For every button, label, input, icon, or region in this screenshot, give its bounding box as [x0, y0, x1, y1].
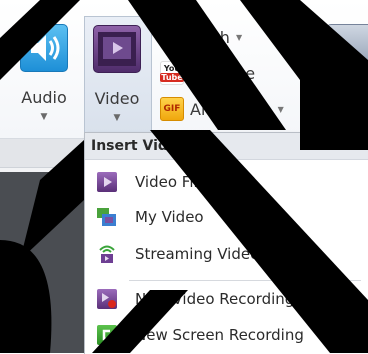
video-button[interactable]: Video ▼ [84, 16, 152, 134]
chevron-down-icon: ▼ [277, 104, 284, 114]
chevron-down-icon: ▼ [113, 113, 121, 123]
my-video-icon [97, 207, 117, 227]
youtube-icon-bottom: Tube [160, 73, 184, 82]
speaker-icon [20, 24, 68, 72]
video-file-icon [97, 172, 117, 192]
menu-item-streaming-video[interactable]: Streaming Video [85, 237, 368, 271]
youtube-icon-top: You [163, 64, 181, 73]
youtube-icon: You Tube [160, 61, 184, 85]
menu-item-label: New Video Recording [135, 290, 295, 308]
menu-item-new-screen-recording[interactable]: New Screen Recording [85, 318, 368, 352]
menu-item-label: Video File [135, 173, 207, 191]
animation-label: Animation [190, 99, 272, 119]
menu-item-video-file[interactable]: Video File [85, 165, 368, 199]
menu-item-my-video[interactable]: My Video [85, 200, 368, 234]
button-icon [326, 24, 368, 72]
new-video-recording-icon [97, 289, 117, 309]
youtube-label: YouTube [190, 63, 256, 83]
youtube-button[interactable]: You Tube YouTube [160, 58, 255, 88]
chevron-down-icon: ▼ [346, 112, 354, 122]
flash-icon: ƒ [160, 26, 182, 48]
ribbon: Audio ▼ Video ▼ ƒ Flash ▼ You Tube YouTu… [0, 0, 368, 139]
animation-button[interactable]: GIF Animation ▼ [160, 94, 284, 124]
flash-label: Flash [188, 27, 230, 47]
flash-button[interactable]: ƒ Flash ▼ [160, 22, 242, 52]
video-label: Video [94, 89, 140, 108]
menu-separator [129, 280, 361, 281]
button-label: Butto [328, 88, 368, 107]
audio-label: Audio [21, 88, 67, 107]
chevron-down-icon: ▼ [40, 112, 48, 122]
left-panel-content [0, 172, 84, 353]
chevron-down-icon: ▼ [235, 32, 243, 42]
audio-button[interactable]: Audio ▼ [12, 18, 76, 122]
menu-item-label: New Screen Recording [135, 326, 304, 344]
gif-icon: GIF [160, 97, 184, 121]
left-panel-tab [0, 139, 84, 168]
menu-item-label: My Video [135, 208, 204, 226]
menu-item-label: Streaming Video [135, 245, 260, 263]
ribbon-separator [303, 10, 304, 130]
menu-header: Insert Video [85, 133, 368, 160]
film-icon [93, 25, 141, 73]
streaming-video-icon [97, 244, 117, 264]
insert-video-menu: Insert Video Video File My Video Streami… [84, 132, 368, 354]
new-screen-recording-icon [97, 325, 117, 345]
button-button[interactable]: Butto ▼ [318, 18, 368, 122]
menu-item-new-video-recording[interactable]: New Video Recording [85, 282, 368, 316]
